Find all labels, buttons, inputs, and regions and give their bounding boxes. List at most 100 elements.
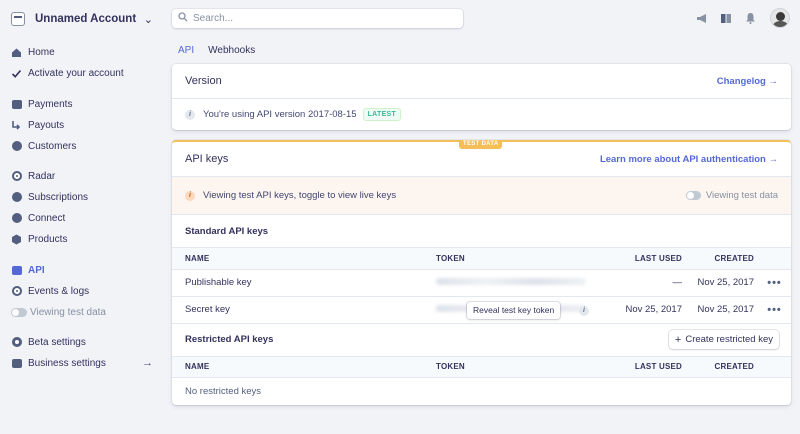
sidebar-item-business-settings[interactable]: Business settings →: [11, 355, 161, 371]
connect-icon: [11, 213, 22, 224]
sidebar-item-label: Payouts: [28, 119, 65, 131]
info-icon: i: [185, 109, 195, 120]
sidebar-item-payments[interactable]: Payments: [11, 96, 161, 112]
sidebar-item-beta-settings[interactable]: Beta settings: [11, 334, 161, 350]
api-keys-card: TEST DATA API keys Learn more about API …: [172, 140, 791, 405]
reveal-test-key-button[interactable]: Reveal test key token: [467, 301, 561, 319]
key-token-cell[interactable]: [436, 269, 596, 297]
api-keys-title: API keys: [185, 153, 229, 165]
key-name: Publishable key: [172, 269, 436, 297]
column-header-last-used: LAST USED: [596, 248, 688, 270]
more-options-icon[interactable]: •••: [767, 304, 782, 316]
gear-icon: [11, 337, 22, 348]
sidebar-item-label: Events & logs: [28, 285, 90, 297]
key-created: Nov 25, 2017: [688, 269, 758, 297]
toggle-icon: [11, 307, 27, 318]
sidebar-item-label: Customers: [28, 140, 77, 152]
key-token-blurred[interactable]: [436, 278, 586, 285]
sidebar-item-label: Products: [28, 233, 68, 245]
bell-icon[interactable]: [744, 12, 756, 24]
table-header-row: NAME TOKEN LAST USED CREATED: [172, 248, 791, 270]
key-token-cell[interactable]: Reveal test key token i: [436, 296, 596, 324]
sidebar-item-label: Radar: [28, 170, 56, 182]
sidebar-item-label: Viewing test data: [30, 306, 106, 318]
standard-keys-table: NAME TOKEN LAST USED CREATED Publishable…: [172, 248, 791, 324]
sidebar-item-api[interactable]: API: [11, 262, 161, 278]
version-card: Version Changelog → i You're using API v…: [172, 64, 791, 130]
tab-webhooks[interactable]: Webhooks: [208, 45, 255, 56]
sidebar-item-label: Home: [28, 46, 55, 58]
sidebar-item-payouts[interactable]: Payouts: [11, 117, 161, 133]
sidebar-item-label: Business settings: [28, 357, 106, 369]
more-options-icon[interactable]: •••: [767, 277, 782, 289]
column-header-name: NAME: [172, 356, 436, 378]
create-restricted-key-button[interactable]: + Create restricted key: [668, 330, 779, 349]
sidebar-item-subscriptions[interactable]: Subscriptions: [11, 189, 161, 205]
table-row: No restricted keys: [172, 378, 791, 405]
sidebar-item-radar[interactable]: Radar: [11, 168, 161, 184]
payouts-icon: [11, 120, 22, 131]
megaphone-icon[interactable]: [696, 12, 708, 24]
table-header-row: NAME TOKEN LAST USED CREATED: [172, 356, 791, 378]
sidebar-item-label: Payments: [28, 98, 73, 110]
sidebar-item-activate[interactable]: Activate your account: [11, 65, 161, 81]
avatar[interactable]: [770, 8, 790, 28]
chevron-down-icon: ⌄: [143, 13, 153, 26]
restricted-keys-title: Restricted API keys: [185, 334, 274, 345]
sidebar-item-label: Activate your account: [28, 67, 124, 79]
table-row: Publishable key — Nov 25, 2017 •••: [172, 269, 791, 297]
info-icon: i: [579, 305, 589, 316]
changelog-link[interactable]: Changelog →: [717, 76, 778, 87]
restricted-keys-header: Restricted API keys + Create restricted …: [172, 324, 791, 357]
sidebar-item-products[interactable]: Products: [11, 231, 161, 247]
column-header-actions: [758, 248, 791, 270]
tab-bar: API Webhooks: [178, 45, 269, 56]
key-created: Nov 25, 2017: [688, 296, 758, 324]
row-actions-cell: •••: [758, 269, 791, 297]
version-body: i You're using API version 2017-08-15 LA…: [172, 99, 791, 130]
restricted-keys-empty: No restricted keys: [185, 385, 262, 397]
row-actions-cell: •••: [758, 296, 791, 324]
test-keys-banner-text: Viewing test API keys, toggle to view li…: [203, 190, 397, 201]
api-icon: [11, 265, 22, 276]
plus-icon: +: [674, 333, 682, 346]
create-restricted-key-label: Create restricted key: [685, 334, 773, 345]
search-bar[interactable]: [172, 9, 463, 28]
test-data-badge: TEST DATA: [459, 140, 503, 149]
api-auth-link[interactable]: Learn more about API authentication →: [600, 154, 778, 165]
sidebar-item-label: Subscriptions: [28, 191, 89, 203]
account-switcher[interactable]: Unnamed Account ⌄: [11, 10, 161, 28]
sidebar-item-label: API: [28, 264, 45, 276]
business-icon: [11, 358, 22, 369]
account-logo-icon: [11, 12, 25, 26]
sidebar-item-viewing-test-data[interactable]: Viewing test data: [11, 304, 161, 320]
view-test-data-toggle[interactable]: [685, 191, 701, 200]
check-icon: [11, 68, 22, 79]
products-icon: [11, 234, 22, 245]
sidebar-item-events[interactable]: Events & logs: [11, 283, 161, 299]
version-message: You're using API version 2017-08-15: [203, 109, 357, 120]
test-keys-banner: i Viewing test API keys, toggle to view …: [172, 177, 791, 215]
column-header-created: CREATED: [688, 356, 758, 378]
house-icon: [11, 47, 22, 58]
column-header-actions: [758, 356, 791, 378]
sidebar-item-home[interactable]: Home: [11, 44, 161, 60]
sidebar-item-customers[interactable]: Customers: [11, 138, 161, 154]
table-row: Secret key Reveal test key token i Nov 2…: [172, 296, 791, 324]
sidebar-item-label: Beta settings: [28, 336, 86, 348]
sidebar: Unnamed Account ⌄ Home Activate your acc…: [0, 0, 166, 434]
latest-badge: LATEST: [362, 108, 402, 121]
docs-icon[interactable]: [720, 12, 732, 24]
arrow-right-icon: →: [142, 357, 153, 369]
key-last-used: Nov 25, 2017: [596, 296, 688, 324]
view-test-data-label: Viewing test data: [705, 190, 778, 201]
subscriptions-icon: [11, 192, 22, 203]
column-header-last-used: LAST USED: [596, 356, 688, 378]
tab-api[interactable]: API: [178, 45, 194, 56]
search-input[interactable]: [193, 13, 443, 24]
sidebar-item-connect[interactable]: Connect: [11, 210, 161, 226]
standard-keys-title: Standard API keys: [172, 215, 791, 248]
customers-icon: [11, 141, 22, 152]
payments-icon: [11, 99, 22, 110]
sidebar-item-label: Connect: [28, 212, 66, 224]
